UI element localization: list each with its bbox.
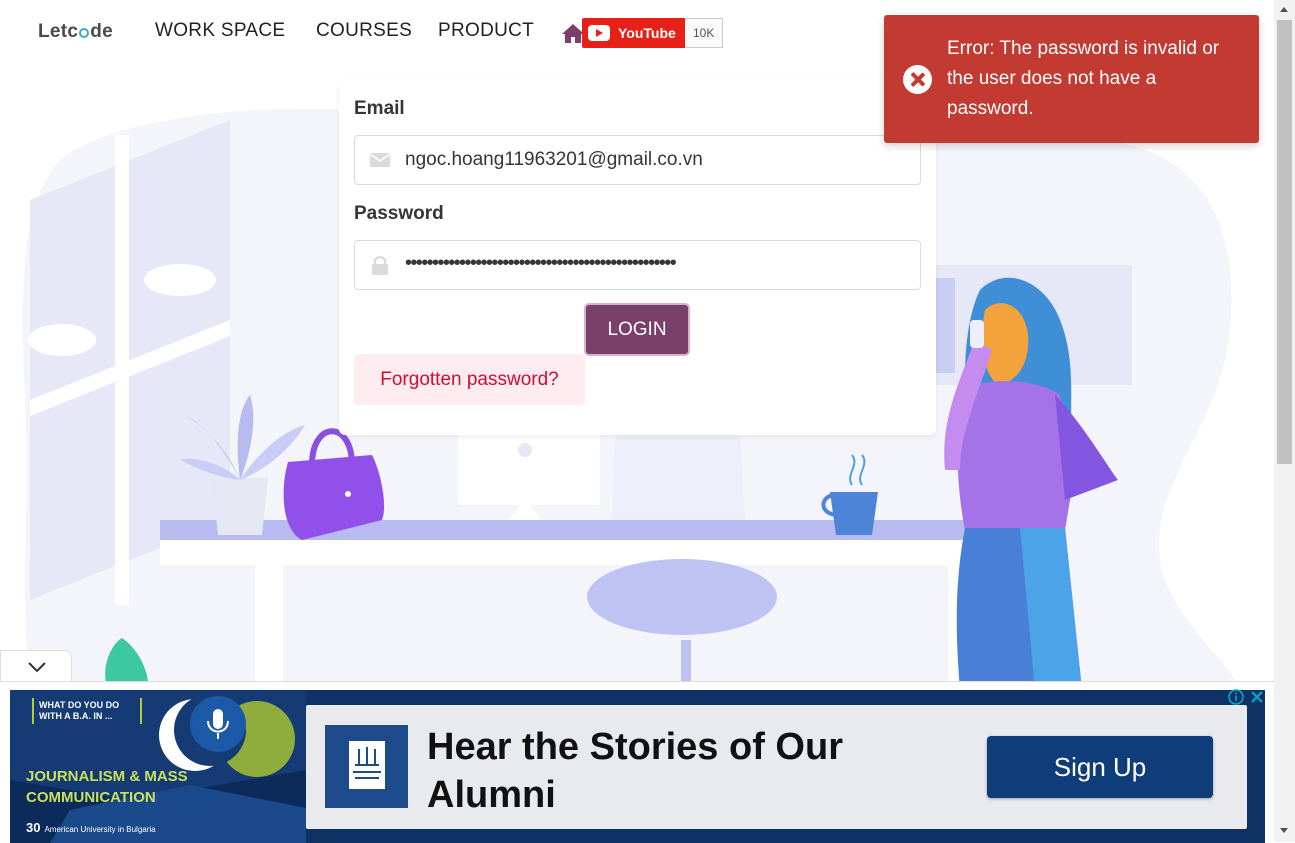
ad-collapse-tab[interactable] [0, 650, 72, 682]
youtube-button[interactable]: YouTube [582, 18, 685, 48]
envelope-icon [369, 153, 391, 167]
youtube-subscriber-count: 10K [685, 18, 724, 48]
email-label: Email [354, 98, 405, 119]
login-card: Email ngoc.hoang11963201@gmail.co.vn Pas… [339, 80, 936, 435]
error-toast[interactable]: Error: The password is invalid or the us… [884, 15, 1259, 143]
youtube-play-icon [588, 25, 610, 41]
scroll-down-arrow-icon[interactable] [1280, 828, 1288, 833]
ad-university-footer: 30 American University in Bulgaria [26, 820, 156, 835]
ad-creative[interactable]: WHAT DO YOU DO WITH A B.A. IN ... JOURNA… [10, 690, 1265, 843]
letcode-logo[interactable]: Letc de [38, 21, 113, 43]
nav-courses[interactable]: COURSES [316, 20, 412, 42]
chevron-down-icon [28, 662, 46, 673]
ad-main-panel: Hear the Stories of Our Alumni Sign Up [306, 705, 1247, 829]
scroll-thumb[interactable] [1277, 20, 1292, 464]
ad-anniversary: 30 [26, 820, 41, 835]
ad-signup-button[interactable]: Sign Up [987, 736, 1213, 798]
ad-left-panel: WHAT DO YOU DO WITH A B.A. IN ... JOURNA… [10, 690, 306, 843]
nav-product[interactable]: PRODUCT [438, 20, 534, 42]
ad-program: JOURNALISM & MASS COMMUNICATION [26, 768, 188, 806]
scroll-up-arrow-icon[interactable] [1280, 7, 1288, 12]
logo-text-left: Let [38, 21, 68, 42]
lock-icon [372, 256, 388, 275]
error-message: Error: The password is invalid or the us… [947, 38, 1220, 119]
email-value: ngoc.hoang11963201@gmail.co.vn [405, 149, 703, 170]
ad-close-icon[interactable] [1249, 689, 1265, 705]
youtube-label: YouTube [618, 25, 676, 41]
ad-tagline: WHAT DO YOU DO WITH A B.A. IN ... [32, 698, 142, 724]
login-button[interactable]: LOGIN [584, 303, 690, 356]
ad-info-icon[interactable] [1228, 689, 1244, 705]
password-value: ••••••••••••••••••••••••••••••••••••••••… [405, 252, 677, 274]
page-scrollbar[interactable] [1274, 0, 1295, 842]
nav-workspace[interactable]: WORK SPACE [155, 20, 285, 42]
logo-o-icon [79, 28, 90, 38]
ad-headline: Hear the Stories of Our Alumni [427, 726, 843, 816]
email-field[interactable]: ngoc.hoang11963201@gmail.co.vn [354, 135, 921, 185]
ad-banner: WHAT DO YOU DO WITH A B.A. IN ... JOURNA… [0, 681, 1274, 843]
logo-text-right: de [90, 21, 114, 42]
forgot-password-link[interactable]: Forgotten password? [354, 354, 585, 405]
error-circle-x-icon [903, 65, 932, 94]
ad-university-name: American University in Bulgaria [44, 825, 156, 834]
password-label: Password [354, 203, 444, 224]
password-field[interactable]: ••••••••••••••••••••••••••••••••••••••••… [354, 240, 921, 290]
youtube-subscribe[interactable]: YouTube 10K [582, 18, 724, 48]
university-seal-icon [325, 725, 408, 808]
